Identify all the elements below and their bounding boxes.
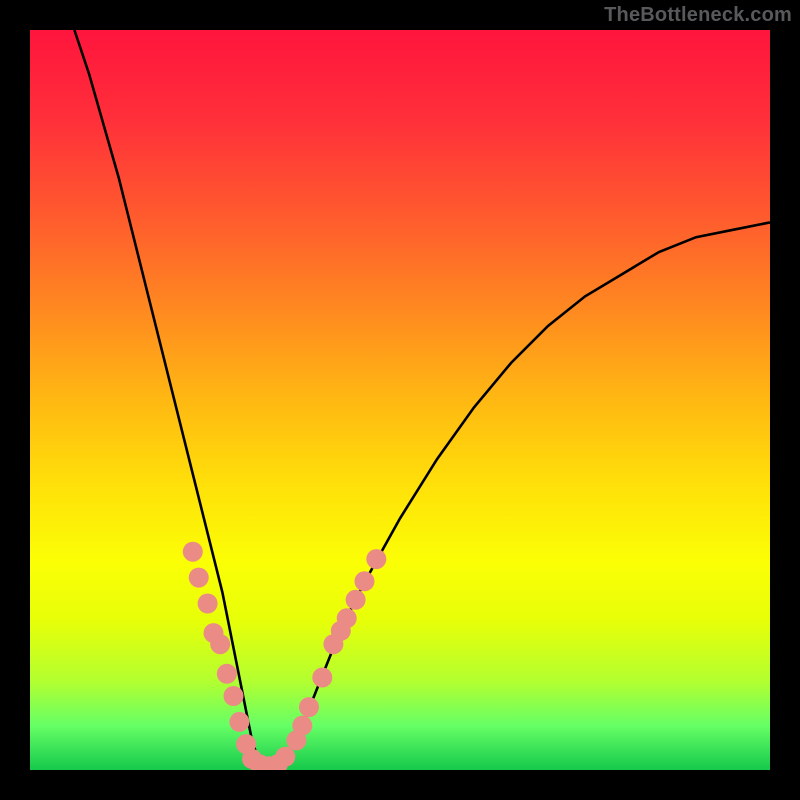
data-point [198, 594, 218, 614]
data-point [224, 686, 244, 706]
chart-frame: TheBottleneck.com [0, 0, 800, 800]
data-point [299, 697, 319, 717]
data-point [354, 571, 374, 591]
data-point [217, 664, 237, 684]
data-point [189, 568, 209, 588]
curve-path [74, 30, 770, 770]
data-point [366, 549, 386, 569]
chart-overlay [30, 30, 770, 770]
data-point [275, 747, 295, 767]
data-point [210, 634, 230, 654]
data-point [292, 716, 312, 736]
data-point [183, 542, 203, 562]
data-point [312, 668, 332, 688]
data-point [337, 608, 357, 628]
attribution-text: TheBottleneck.com [604, 4, 792, 27]
marker-group [183, 542, 387, 770]
data-point [229, 712, 249, 732]
data-point [346, 590, 366, 610]
